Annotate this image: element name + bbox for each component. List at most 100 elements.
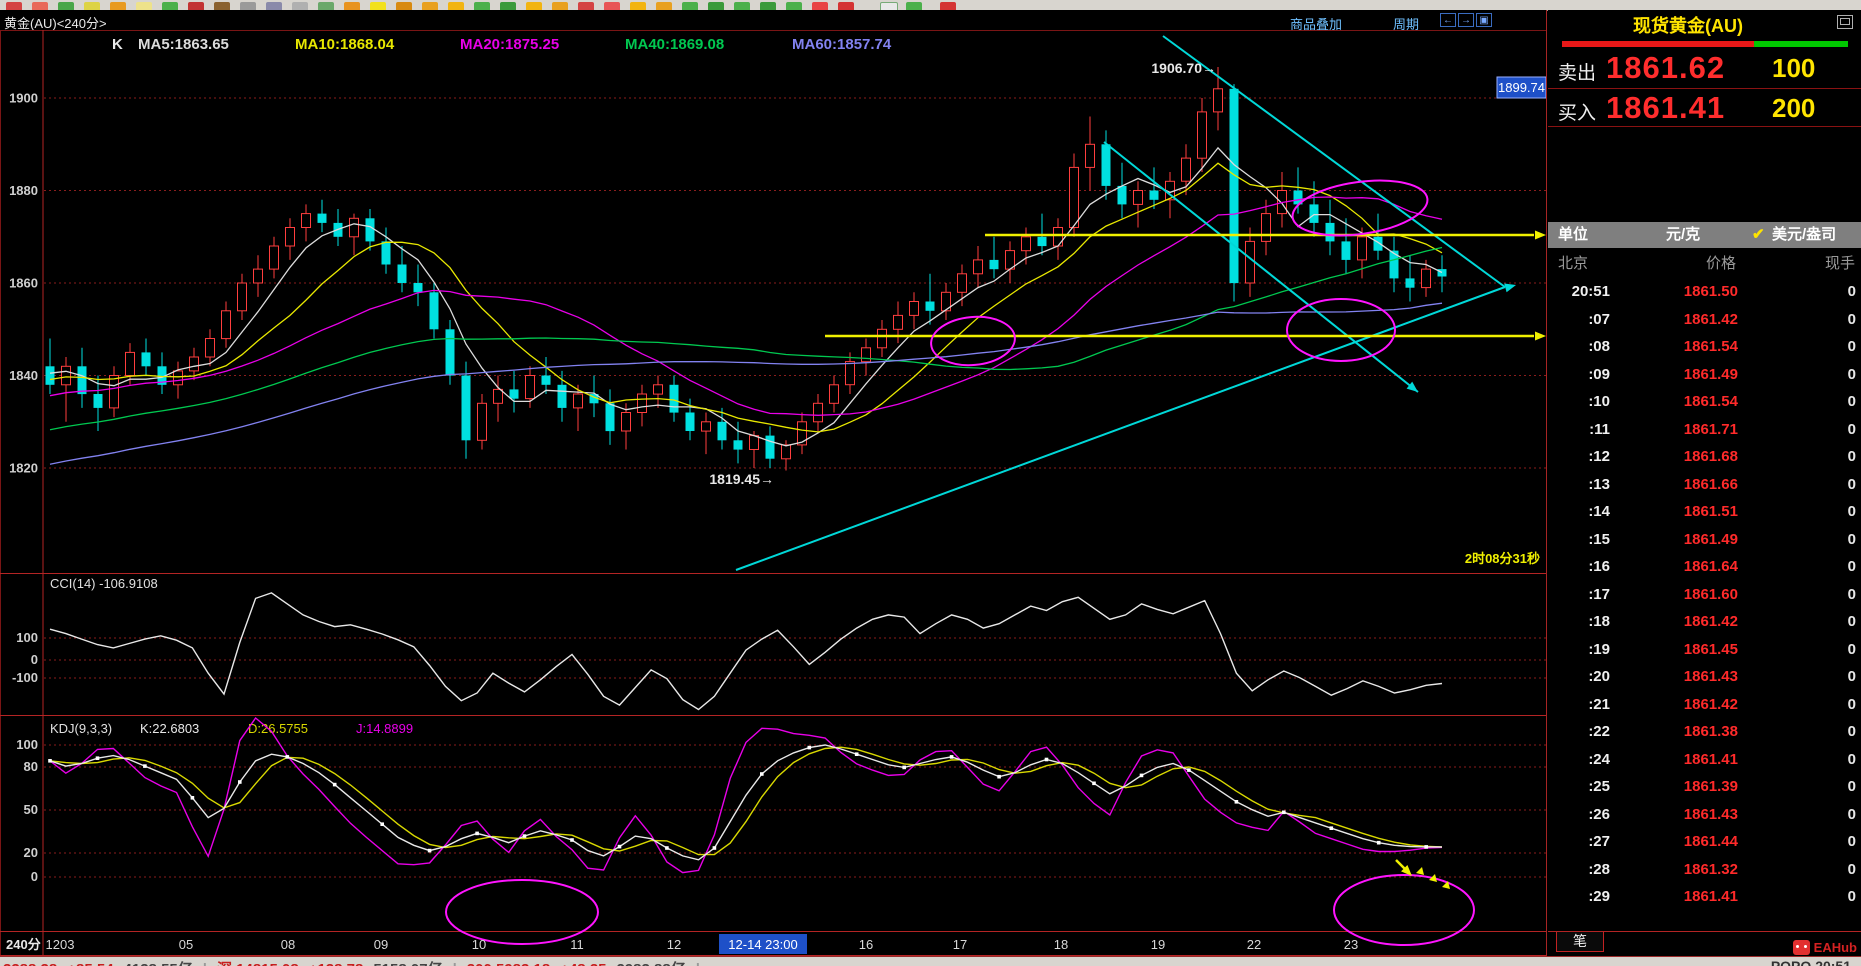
- time-sales-row[interactable]: :11 1861.71 0: [1548, 416, 1861, 444]
- toolbar-icon[interactable]: [448, 2, 464, 10]
- toolbar-icon[interactable]: [578, 2, 594, 10]
- toolbar-icon[interactable]: [344, 2, 360, 10]
- toolbar-icon[interactable]: [136, 2, 152, 10]
- candle-body-up: [957, 273, 967, 293]
- toolbar-icon[interactable]: [940, 2, 956, 10]
- tick-volume: 0: [1847, 448, 1856, 466]
- time-sales-row[interactable]: :15 1861.49 0: [1548, 526, 1861, 554]
- sell-quote-row[interactable]: 卖出 1861.62 100: [1548, 50, 1861, 88]
- time-sales-row[interactable]: :24 1861.41 0: [1548, 746, 1861, 774]
- tick-volume: 0: [1847, 613, 1856, 631]
- price-chart-svg[interactable]: 1900 1880 1860 1840 1820 100 0 -100 100 80 50 20 0 19…: [0, 30, 1547, 956]
- tick-price: 1861.50: [1683, 283, 1738, 301]
- time-sales-row[interactable]: :25 1861.39 0: [1548, 773, 1861, 801]
- candle-body-down: [509, 389, 519, 399]
- kdj-marker: [475, 831, 479, 836]
- toolbar-icon[interactable]: [266, 2, 282, 10]
- time-sales-row[interactable]: :22 1861.38 0: [1548, 718, 1861, 746]
- maximize-icon[interactable]: [1837, 15, 1853, 29]
- toolbar-icon[interactable]: [630, 2, 646, 10]
- time-sales-row[interactable]: :12 1861.68 0: [1548, 443, 1861, 471]
- time-sales-row[interactable]: 20:51 1861.50 0: [1548, 278, 1861, 306]
- toolbar-icon[interactable]: [162, 2, 178, 10]
- candle-body-up: [653, 384, 663, 395]
- annotation-ellipse: [1333, 874, 1475, 946]
- toolbar-icon[interactable]: [58, 2, 74, 10]
- toolbar-icon[interactable]: [838, 2, 854, 10]
- time-sales-row[interactable]: :29 1861.41 0: [1548, 883, 1861, 911]
- unit-cny[interactable]: 元/克: [1666, 222, 1700, 248]
- toolbar-icon[interactable]: [786, 2, 802, 10]
- toolbar-icon[interactable]: [370, 2, 386, 10]
- time-sales-row[interactable]: :16 1861.64 0: [1548, 553, 1861, 581]
- toolbar-icon[interactable]: [292, 2, 308, 10]
- toolbar-icon[interactable]: [552, 2, 568, 10]
- time-sales-row[interactable]: :07 1861.42 0: [1548, 306, 1861, 334]
- tick-price: 1861.49: [1683, 365, 1738, 383]
- toolbar-icon[interactable]: [240, 2, 256, 10]
- tick-volume: 0: [1847, 723, 1856, 741]
- tab-bi[interactable]: 笔: [1556, 932, 1604, 952]
- toolbar-icon[interactable]: [214, 2, 230, 10]
- x-axis-label: 22: [1247, 937, 1261, 952]
- split-window-icon[interactable]: ▣: [1476, 13, 1492, 27]
- toolbar-icon[interactable]: [734, 2, 750, 10]
- time-sales-row[interactable]: :20 1861.43 0: [1548, 663, 1861, 691]
- prev-arrow-icon[interactable]: ←: [1440, 13, 1456, 27]
- candle-body-up: [781, 444, 791, 460]
- toolbar-icon[interactable]: [318, 2, 334, 10]
- toolbar-icon[interactable]: [760, 2, 776, 10]
- tick-price: 1861.43: [1683, 805, 1738, 823]
- toolbar-icon[interactable]: [812, 2, 828, 10]
- toolbar-icon[interactable]: [708, 2, 724, 10]
- candle-body-up: [109, 375, 119, 409]
- toolbar-icon[interactable]: [906, 2, 922, 10]
- toolbar-icon[interactable]: [84, 2, 100, 10]
- buy-label: 买入: [1558, 103, 1597, 124]
- candle-body-up: [749, 435, 759, 451]
- toolbar-icon[interactable]: [500, 2, 516, 10]
- tick-volume: 0: [1847, 530, 1856, 548]
- time-sales-row[interactable]: :18 1861.42 0: [1548, 608, 1861, 636]
- toolbar-icon[interactable]: [110, 2, 126, 10]
- toolbar-icon[interactable]: [526, 2, 542, 10]
- time-sales-row[interactable]: :13 1861.66 0: [1548, 471, 1861, 499]
- candle-body-up: [189, 356, 199, 372]
- candle-body-up: [525, 375, 535, 400]
- candle-body-down: [605, 403, 615, 432]
- toolbar-icon[interactable]: [396, 2, 412, 10]
- candle-body-up: [877, 328, 887, 349]
- time-sales-list[interactable]: 20:51 1861.50 0 :07 1861.42 0 :08 1861.5…: [1548, 278, 1861, 911]
- buy-quantity: 200: [1772, 93, 1816, 123]
- time-sales-row[interactable]: :10 1861.54 0: [1548, 388, 1861, 416]
- tick-time: :24: [1588, 750, 1610, 768]
- kdj-marker: [807, 745, 812, 750]
- time-sales-row[interactable]: :21 1861.42 0: [1548, 691, 1861, 719]
- unit-row[interactable]: 单位 元/克 ✔ 美元/盎司: [1548, 222, 1861, 248]
- toolbar-icon[interactable]: [474, 2, 490, 10]
- toolbar-icon[interactable]: [682, 2, 698, 10]
- time-sales-row[interactable]: :28 1861.32 0: [1548, 856, 1861, 884]
- toolbar-icon[interactable]: [422, 2, 438, 10]
- toolbar-icon[interactable]: [6, 2, 22, 10]
- candle-body-up: [205, 338, 215, 358]
- kdj-marker: [1376, 840, 1381, 845]
- time-sales-row[interactable]: :27 1861.44 0: [1548, 828, 1861, 856]
- time-sales-row[interactable]: :26 1861.43 0: [1548, 801, 1861, 829]
- unit-usd[interactable]: 美元/盎司: [1772, 222, 1836, 248]
- kdj-k-value: K:22.6803: [140, 721, 199, 736]
- toolbar-icon[interactable]: [32, 2, 48, 10]
- buy-quote-row[interactable]: 买入 1861.41 200: [1548, 90, 1861, 128]
- time-sales-row[interactable]: :14 1861.51 0: [1548, 498, 1861, 526]
- kdj-marker: [285, 755, 290, 759]
- time-sales-row[interactable]: :17 1861.60 0: [1548, 581, 1861, 609]
- tick-time: :20: [1588, 668, 1610, 686]
- toolbar-icon[interactable]: [188, 2, 204, 10]
- next-arrow-icon[interactable]: →: [1458, 13, 1474, 27]
- time-sales-row[interactable]: :09 1861.49 0: [1548, 361, 1861, 389]
- time-sales-row[interactable]: :19 1861.45 0: [1548, 636, 1861, 664]
- time-sales-row[interactable]: :08 1861.54 0: [1548, 333, 1861, 361]
- toolbar-icon[interactable]: [604, 2, 620, 10]
- toolbar-icon[interactable]: [656, 2, 672, 10]
- robot-icon: [1792, 940, 1810, 955]
